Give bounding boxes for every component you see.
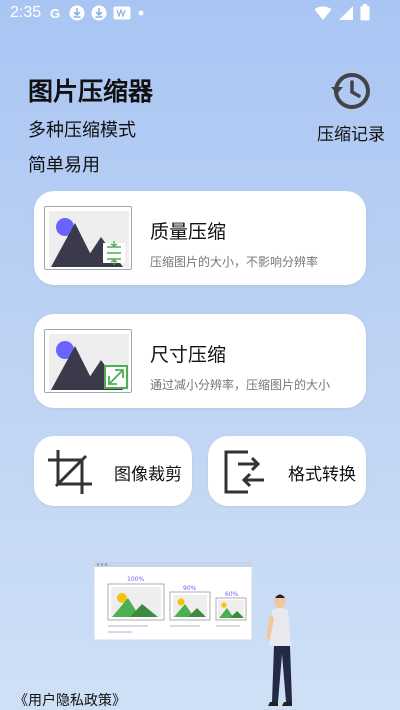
history-icon [330,73,372,116]
size-compress-desc: 通过减小分辨率，压缩图片的大小 [150,378,331,392]
notification-icon [113,6,131,20]
google-icon: G [49,6,63,20]
page-title: 图片压缩器 [28,77,154,106]
size-compress-thumbnail [44,329,132,393]
signal-icon [338,5,354,25]
page-subtitle-modes: 多种压缩模式 [28,120,136,141]
status-time: 2:35 [10,4,42,21]
quality-compress-thumbnail [44,206,132,270]
crop-label: 图像裁剪 [114,465,182,485]
dot-icon [137,9,145,17]
label-60: 60% [225,591,239,598]
history-label: 压缩记录 [317,125,385,145]
label-100: 100% [127,576,144,583]
download-icon [91,5,107,21]
label-90: 90% [183,585,197,592]
download-icon [69,5,85,21]
compression-illustration: 100% 90% 60% [93,561,314,710]
format-convert-card[interactable]: 格式转换 [208,436,366,506]
quality-compress-title: 质量压缩 [150,221,227,243]
format-convert-label: 格式转换 [288,465,356,485]
quality-compress-card[interactable]: 质量压缩 压缩图片的大小，不影响分辨率 [34,191,366,285]
battery-icon [360,4,370,25]
quality-compress-desc: 压缩图片的大小，不影响分辨率 [150,255,319,269]
privacy-policy-link[interactable]: 《用户隐私政策》 [14,690,126,710]
convert-icon [220,448,268,500]
size-compress-title: 尺寸压缩 [150,344,227,366]
size-compress-card[interactable]: 尺寸压缩 通过减小分辨率，压缩图片的大小 [34,314,366,408]
crop-card[interactable]: 图像裁剪 [34,436,192,506]
history-button[interactable]: 压缩记录 [312,70,390,145]
page-subtitle-easy: 简单易用 [28,155,100,176]
status-bar: 2:35 G [0,0,400,26]
wifi-icon [314,5,332,25]
svg-text:G: G [50,6,60,20]
crop-icon [46,448,94,500]
